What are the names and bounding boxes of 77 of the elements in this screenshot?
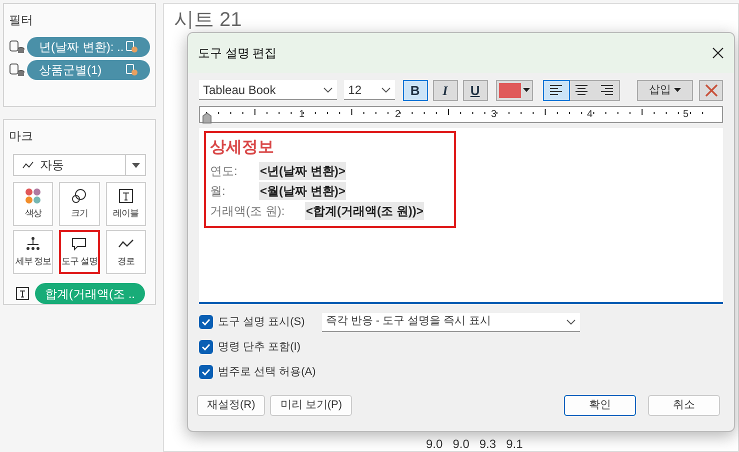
chevron-down-icon	[380, 86, 391, 92]
database-icon	[9, 40, 25, 54]
font-select[interactable]: Tableau Book	[199, 80, 338, 100]
text-icon	[16, 287, 29, 300]
mark-card[interactable]: 경로	[106, 230, 146, 274]
check-icon	[201, 317, 211, 327]
sheet-title: 시트 21	[173, 8, 243, 32]
chevron-down-icon	[323, 86, 334, 92]
dialog-button[interactable]: 미리 보기(P)	[270, 395, 352, 416]
filter-pill[interactable]: 상품군별(1)	[27, 60, 150, 80]
close-icon	[704, 84, 718, 96]
format-button[interactable]: B	[402, 80, 428, 100]
close-icon[interactable]	[712, 47, 724, 59]
field-caption: 월:	[210, 183, 226, 200]
checkbox[interactable]	[199, 340, 213, 354]
indent-marker-icon[interactable]	[202, 112, 212, 124]
ruler-number: 4	[587, 110, 593, 120]
text-icon	[118, 188, 134, 204]
mark-card[interactable]: 레이블	[106, 182, 146, 226]
text-color-button[interactable]	[496, 80, 533, 100]
field-token: <월(날짜 변환)>	[259, 182, 346, 200]
ruler-number: 3	[491, 110, 497, 120]
align-left-icon	[549, 84, 564, 96]
field-caption: 거래액(조 원):	[210, 203, 286, 220]
mark-type-dropdown[interactable]: 자동	[13, 154, 146, 176]
mark-card[interactable]: 크기	[59, 182, 100, 226]
filter-check-icon	[126, 64, 138, 76]
check-icon	[201, 367, 211, 377]
filter-check-icon	[126, 41, 138, 53]
ruler-number: 2	[395, 110, 401, 120]
size-select[interactable]: 12	[344, 80, 395, 100]
data-label: 9.0	[426, 437, 443, 451]
clear-button[interactable]	[699, 80, 723, 100]
ruler-number: 5	[683, 110, 689, 120]
caret-icon	[674, 88, 681, 92]
mark-card[interactable]: 도구 설명	[59, 230, 100, 274]
caret-icon	[132, 162, 140, 168]
check-icon	[201, 342, 211, 352]
filter-pill[interactable]: 년(날짜 변환): ..	[27, 37, 150, 57]
color-swatch	[498, 82, 521, 98]
circles-icon	[71, 188, 88, 204]
format-button[interactable]: U	[462, 80, 488, 100]
dialog-button[interactable]: 재설정(R)	[197, 395, 266, 416]
caret-icon	[522, 88, 530, 92]
line-icon	[22, 160, 34, 170]
checkbox[interactable]	[199, 365, 213, 379]
field-token: <합계(거래액(조 원))>	[305, 202, 424, 220]
color-dots-icon	[25, 188, 42, 204]
panel-title: 마크	[9, 128, 34, 145]
align-center-icon	[574, 84, 588, 96]
data-label: 9.1	[506, 437, 523, 451]
panel-title: 필터	[9, 12, 34, 29]
checkbox-label: 도구 설명 표시(S)	[218, 314, 305, 330]
database-icon	[9, 63, 25, 77]
speech-bubble-icon	[71, 236, 88, 252]
ok-button[interactable]: 확인	[564, 395, 636, 416]
mark-card[interactable]: 세부 정보	[13, 230, 54, 274]
dialog-title: 도구 설명 편집	[198, 45, 277, 62]
insert-button[interactable]: 삽입	[636, 80, 694, 100]
tooltip-heading: 상세정보	[210, 138, 275, 158]
align-button[interactable]	[544, 80, 569, 100]
hierarchy-icon	[25, 236, 42, 252]
field-token: <년(날짜 변환)>	[259, 162, 346, 180]
behavior-select[interactable]: 즉각 반응 - 도구 설명을 즉시 표시	[322, 312, 580, 332]
checkbox[interactable]	[199, 315, 213, 329]
tooltip-editor[interactable]: 상세정보 연도: <년(날짜 변환)> 월: <월(날짜 변환)> 거래액(조 원): <합계(거래액(조 원))>	[199, 128, 723, 304]
align-right-icon	[599, 84, 614, 96]
data-label: 9.0	[452, 437, 470, 451]
mark-card[interactable]: 색상	[13, 182, 54, 226]
cancel-button[interactable]: 취소	[648, 395, 720, 416]
checkbox-label: 명령 단추 포함(I)	[218, 340, 300, 355]
format-button[interactable]: I	[432, 80, 458, 100]
field-caption: 연도:	[210, 163, 238, 180]
data-label: 9.3	[479, 437, 496, 451]
ruler-number: 1	[299, 110, 305, 120]
checkbox-label: 범주로 선택 허용(A)	[218, 364, 316, 380]
chevron-down-icon	[566, 318, 576, 324]
